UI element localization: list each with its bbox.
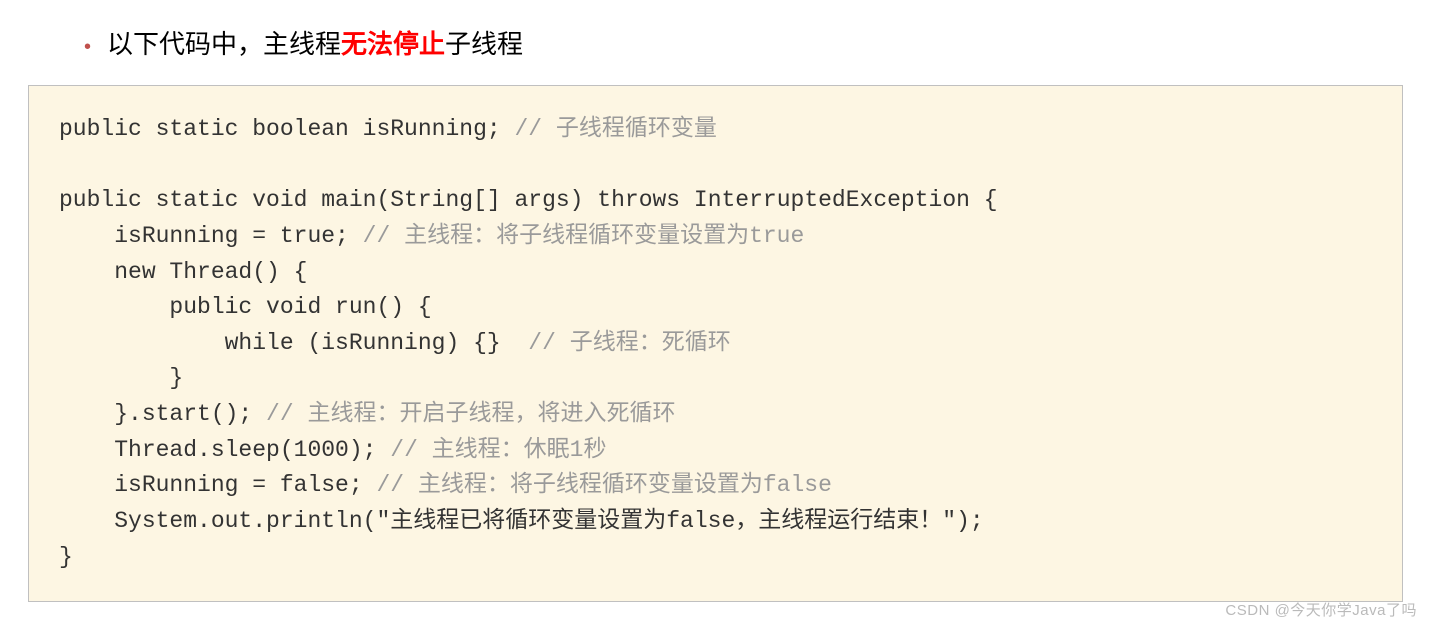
bullet-prefix: 以下代码中，主线程 [107, 29, 341, 59]
code-comment-7: // 子线程：死循环 [528, 330, 730, 356]
code-line-11: isRunning = false; [59, 472, 376, 498]
code-comment-9: // 主线程：开启子线程，将进入死循环 [266, 401, 675, 427]
code-line-10: Thread.sleep(1000); [59, 437, 390, 463]
code-line-1: public static boolean isRunning; [59, 116, 514, 142]
watermark: CSDN @今天你学Java了吗 [1225, 599, 1417, 620]
code-line-9: }.start(); [59, 401, 266, 427]
code-comment-1: // 子线程循环变量 [514, 116, 716, 142]
code-line-4: isRunning = true; [59, 223, 363, 249]
code-comment-10: // 主线程：休眠1秒 [390, 437, 606, 463]
code-comment-4: // 主线程：将子线程循环变量设置为true [363, 223, 805, 249]
code-line-8: } [59, 365, 183, 391]
bullet-text: 以下代码中，主线程无法停止子线程 [107, 24, 523, 61]
code-line-13: } [59, 544, 73, 570]
bullet-suffix: 子线程 [445, 29, 523, 59]
bullet-point: • 以下代码中，主线程无法停止子线程 [84, 24, 1431, 61]
code-comment-11: // 主线程：将子线程循环变量设置为false [376, 472, 831, 498]
code-line-7: while (isRunning) {} [59, 330, 528, 356]
code-line-6: public void run() { [59, 294, 432, 320]
bullet-highlight: 无法停止 [341, 29, 445, 59]
code-line-12: System.out.println("主线程已将循环变量设置为false，主线… [59, 508, 984, 534]
bullet-dot-icon: • [84, 37, 91, 57]
code-line-5: new Thread() { [59, 259, 307, 285]
code-line-3: public static void main(String[] args) t… [59, 187, 998, 213]
code-block: public static boolean isRunning; // 子线程循… [28, 85, 1403, 602]
